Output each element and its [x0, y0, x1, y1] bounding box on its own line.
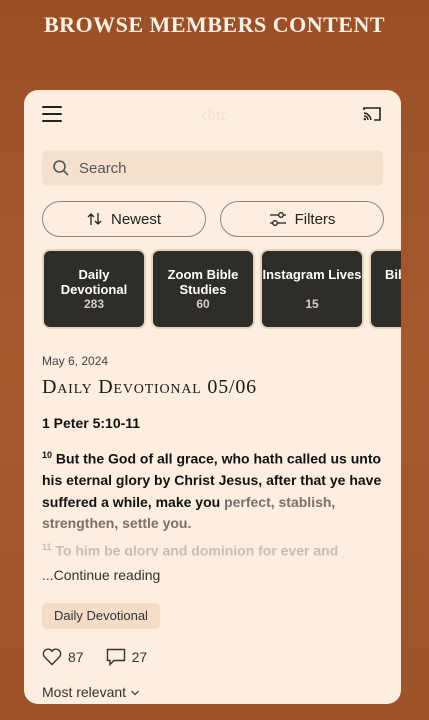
verse-number: 10 — [42, 450, 53, 460]
like-count: 87 — [68, 649, 84, 665]
category-tile-partial[interactable]: Bib — [371, 251, 401, 327]
category-count: 15 — [305, 297, 319, 311]
search-placeholder: Search — [79, 160, 127, 177]
cast-icon[interactable] — [363, 106, 381, 122]
sort-arrows-icon — [87, 213, 102, 225]
top-bar: 𝔠𝔥𝔦𝔯 — [24, 90, 401, 140]
scripture-reference: 1 Peter 5:10-11 — [42, 415, 141, 431]
category-count: 283 — [83, 297, 105, 311]
category-title: Zoom Bible Studies — [167, 267, 239, 297]
hamburger-menu-icon[interactable] — [42, 106, 62, 122]
comment-icon[interactable] — [106, 648, 126, 666]
post-title[interactable]: Daily Devotional 05/06 — [42, 376, 257, 399]
category-title: Instagram Lives — [262, 267, 362, 282]
heart-icon[interactable] — [42, 648, 62, 666]
sort-newest-button[interactable]: Newest — [42, 201, 206, 237]
engagement-bar: 87 27 — [42, 646, 169, 668]
search-input[interactable]: Search — [42, 150, 383, 186]
post-date: May 6, 2024 — [42, 354, 109, 368]
verse-number: 11 — [42, 542, 52, 552]
search-icon — [53, 160, 69, 176]
page-banner: BROWSE MEMBERS CONTENT — [43, 12, 386, 37]
category-count: 60 — [196, 297, 210, 311]
filters-button[interactable]: Filters — [220, 201, 384, 237]
category-title: Bib — [385, 267, 401, 282]
continue-reading-link[interactable]: ...Continue reading — [42, 567, 160, 583]
category-tile-instagram-lives[interactable]: Instagram Lives 15 — [262, 251, 362, 327]
content-card: 𝔠𝔥𝔦𝔯 Search Newest Filters Daily Devotio… — [24, 90, 401, 704]
comment-count: 27 — [131, 649, 148, 665]
sort-label: Newest — [110, 210, 162, 228]
chevron-down-icon — [131, 690, 139, 696]
filter-sliders-icon — [269, 212, 286, 226]
most-relevant-dropdown[interactable]: Most relevant — [42, 684, 140, 700]
filters-label: Filters — [294, 210, 336, 228]
category-tiles: Daily Devotional 283 Zoom Bible Studies … — [42, 251, 401, 329]
category-title: Daily Devotional — [60, 267, 128, 297]
post-tag[interactable]: Daily Devotional — [42, 603, 160, 629]
category-tile-zoom-bible-studies[interactable]: Zoom Bible Studies 60 — [153, 251, 253, 327]
category-tile-daily-devotional[interactable]: Daily Devotional 283 — [44, 251, 144, 327]
verse-text-faded: 11 To him be glory and dominion for ever… — [42, 542, 382, 556]
sort-dropdown-label: Most relevant — [42, 684, 127, 700]
app-logo: 𝔠𝔥𝔦𝔯 — [201, 104, 227, 124]
verse-text: 10 But the God of all grace, who hath ca… — [42, 445, 382, 535]
verse-body: To him be glory and dominion for ever an… — [55, 542, 339, 556]
